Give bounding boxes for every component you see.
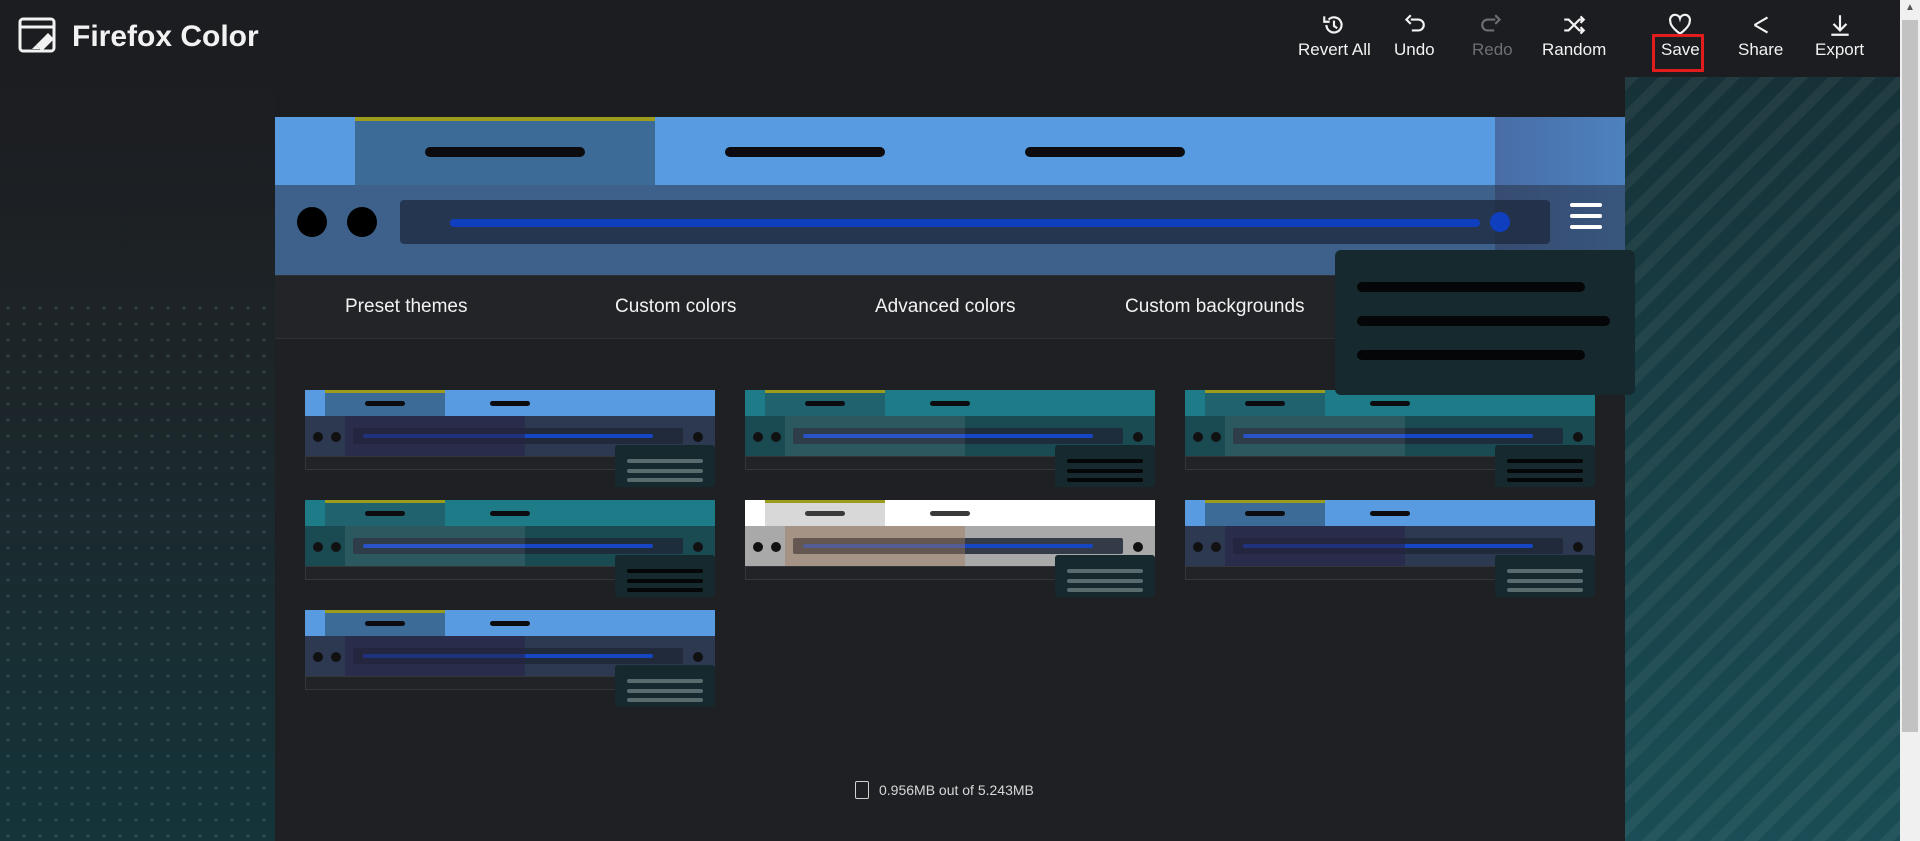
scroll-up-icon[interactable]: ▲ [1904,2,1916,14]
revert-all-label: Revert All [1298,40,1371,59]
undo-icon [1405,14,1426,32]
preview-tab-active [355,117,655,185]
storage-usage: 0.956MB out of 5.243MB [855,781,1034,799]
save-label: Save [1661,40,1700,59]
undo-button[interactable]: Undo [1394,12,1435,64]
preview-tab [955,117,1255,185]
preview-tab [655,117,955,185]
storage-text: 0.956MB out of 5.243MB [879,782,1034,798]
preview-menu-icon [1570,203,1602,237]
tab-advanced-colors[interactable]: Advanced colors [875,296,1015,318]
preset-theme-6[interactable] [1185,500,1595,597]
left-background-pattern [0,300,275,841]
main-card: Preset themes Custom colors Advanced col… [275,117,1625,841]
tab-preset-themes[interactable]: Preset themes [345,296,468,318]
revert-all-button[interactable]: Revert All [1298,12,1371,64]
redo-icon [1481,14,1502,32]
scrollbar-thumb[interactable] [1902,20,1918,732]
preset-theme-7[interactable] [305,610,715,707]
preview-url-bar [400,200,1550,244]
share-button[interactable]: Share [1738,12,1783,64]
random-button[interactable]: Random [1542,12,1606,64]
page-scrollbar[interactable]: ▲ [1900,0,1920,841]
random-label: Random [1542,40,1607,59]
preview-forward-dot [347,207,377,237]
undo-label: Undo [1394,40,1435,59]
storage-icon [855,781,869,799]
share-label: Share [1738,40,1784,59]
preset-theme-4[interactable] [305,500,715,597]
preset-theme-1[interactable] [305,390,715,487]
app-title: Firefox Color [72,20,259,53]
preview-back-dot [297,207,327,237]
firefox-color-logo-icon [18,17,56,53]
preview-menu-popup [1335,250,1635,395]
redo-label: Redo [1472,40,1513,59]
app-header: Firefox Color Revert All Undo Redo Rando… [0,0,1900,77]
shuffle-icon [1564,15,1586,35]
share-icon [1753,16,1768,34]
save-button[interactable]: Save [1661,12,1700,64]
preset-theme-2[interactable] [745,390,1155,487]
export-label: Export [1815,40,1865,59]
redo-button[interactable]: Redo [1472,12,1513,64]
download-icon [1830,15,1849,36]
right-background [1625,77,1900,841]
export-button[interactable]: Export [1815,12,1864,64]
tab-custom-colors[interactable]: Custom colors [615,296,736,318]
preset-theme-3[interactable] [1185,390,1595,487]
preview-tabstrip [275,117,1625,185]
heart-icon [1669,13,1692,35]
tab-custom-backgrounds[interactable]: Custom backgrounds [1125,296,1305,318]
history-icon [1323,16,1344,34]
preset-theme-5[interactable] [745,500,1155,597]
